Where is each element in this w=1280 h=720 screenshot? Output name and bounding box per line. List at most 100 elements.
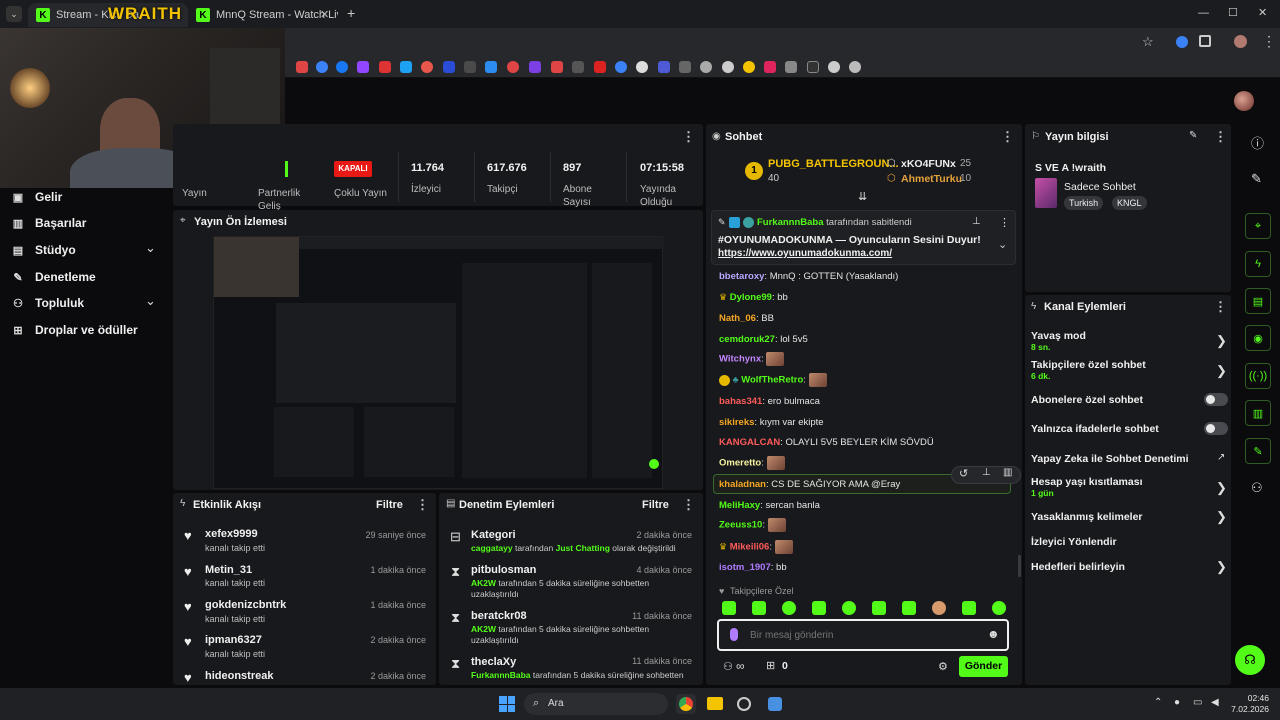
extension-icon[interactable] — [1176, 36, 1188, 48]
chat-username[interactable]: bbetaroxy — [719, 271, 764, 282]
pinned-by-user[interactable]: FurkannnBaba — [757, 217, 824, 228]
activity-user[interactable]: xefex9999 — [205, 528, 258, 540]
sidebar-item-moderation[interactable]: ✎ Denetleme — [12, 270, 95, 284]
support-headset-icon[interactable]: ☊ — [1235, 645, 1265, 675]
chat-username[interactable]: WolfTheRetro — [741, 375, 803, 386]
emote-icon[interactable] — [842, 601, 856, 615]
pinned-link[interactable]: https://www.oyunumadokunma.com/ — [718, 248, 892, 259]
clock-date[interactable]: 7.02.2026 — [1222, 704, 1269, 714]
rail-button-info[interactable]: ▥ — [1245, 400, 1271, 426]
bookmark-icon[interactable] — [615, 61, 627, 73]
emote-icon[interactable] — [872, 601, 886, 615]
stream-preview-video[interactable] — [213, 236, 664, 489]
bookmark-icon[interactable] — [764, 61, 776, 73]
ai-moderation-setting[interactable]: Yapay Zeka ile Sohbet Denetimi — [1031, 453, 1189, 465]
chat-username[interactable]: Zeeuss10 — [719, 520, 762, 531]
bookmark-icon[interactable] — [828, 61, 840, 73]
mod-entry-title[interactable]: theclaXy — [471, 656, 516, 668]
mod-entry-user[interactable]: AK2W — [471, 578, 496, 588]
send-button[interactable]: Gönder — [959, 656, 1008, 677]
bookmark-icon[interactable] — [529, 61, 541, 73]
file-explorer-icon[interactable] — [707, 697, 723, 710]
edit-icon[interactable]: ✎ — [1189, 130, 1197, 141]
mod-entry-user[interactable]: caggatayy — [471, 543, 513, 553]
taskbar-search[interactable] — [524, 693, 668, 715]
microphone-tray-icon[interactable]: ● — [1174, 697, 1180, 708]
rail-button-activity[interactable]: ϟ — [1245, 251, 1271, 277]
activity-filter-button[interactable]: Filtre — [376, 499, 403, 511]
bookmark-icon[interactable] — [357, 61, 369, 73]
emote-icon[interactable] — [962, 601, 976, 615]
delete-icon[interactable]: ▥ — [1003, 467, 1012, 478]
stream-category[interactable]: Sadece Sohbet — [1064, 181, 1136, 193]
user-avatar[interactable] — [1234, 91, 1254, 111]
set-goals-setting[interactable]: Hedefleri belirleyin — [1031, 561, 1125, 573]
chat-username[interactable]: Nath_06 — [719, 313, 756, 324]
emote-icon[interactable] — [722, 601, 736, 615]
chat-username[interactable]: Omeretto — [719, 458, 761, 469]
rail-button-chat[interactable]: ◉ — [1245, 325, 1271, 351]
bookmark-icon[interactable] — [594, 61, 606, 73]
chat-username[interactable]: bahas341 — [719, 396, 762, 407]
info-circle-icon[interactable]: ⓘ — [1251, 133, 1264, 152]
stream-info-menu-icon[interactable]: ⋮ — [1214, 129, 1227, 145]
emote-icon[interactable] — [782, 601, 796, 615]
chat-username[interactable]: Dylone99 — [730, 292, 772, 303]
bookmark-icon[interactable] — [658, 61, 670, 73]
bookmark-icon[interactable] — [296, 61, 308, 73]
top-gifter-first[interactable]: PUBG_BATTLEGROUN... — [768, 158, 899, 170]
users-icon[interactable]: ⚇ — [1251, 480, 1263, 496]
bookmark-icon[interactable] — [485, 61, 497, 73]
volume-icon[interactable]: ◀ — [1211, 697, 1219, 708]
chat-username[interactable]: cemdoruk27 — [719, 334, 775, 345]
bookmark-icon[interactable] — [336, 61, 348, 73]
expand-chevron-icon[interactable]: ⇊ — [858, 190, 867, 203]
rail-button-preview[interactable]: ⌖ — [1245, 213, 1271, 239]
moderation-filter-button[interactable]: Filtre — [642, 499, 669, 511]
bookmark-icon[interactable] — [316, 61, 328, 73]
windows-start-icon[interactable] — [499, 696, 515, 712]
gear-icon[interactable]: ⚙ — [938, 660, 948, 673]
chat-scrollbar[interactable] — [1018, 555, 1021, 577]
emote-icon[interactable] — [812, 601, 826, 615]
pinned-menu-icon[interactable]: ⋮ — [999, 216, 1010, 229]
microphone-icon[interactable] — [730, 628, 738, 641]
bookmark-icon[interactable] — [807, 61, 819, 73]
bookmark-icon[interactable] — [507, 61, 519, 73]
bookmark-icon[interactable] — [743, 61, 755, 73]
maximize-button[interactable]: ☐ — [1228, 6, 1238, 19]
bookmark-icon[interactable] — [785, 61, 797, 73]
moderation-menu-icon[interactable]: ⋮ — [682, 497, 695, 513]
mod-entry-title[interactable]: pitbulosman — [471, 564, 536, 576]
clock-time[interactable]: 02:46 — [1236, 693, 1269, 703]
activity-user[interactable]: hideonstreak — [205, 670, 273, 682]
chevron-right-icon[interactable]: ❯ — [1216, 559, 1227, 575]
mod-entry-title[interactable]: beratckr08 — [471, 610, 527, 622]
category-thumbnail[interactable] — [1035, 178, 1057, 208]
chevron-down-icon[interactable]: ⌄ — [145, 293, 156, 309]
chat-username[interactable]: isotm_1907 — [719, 562, 771, 573]
pencil-icon[interactable]: ✎ — [1251, 171, 1262, 187]
tab-search-icon[interactable]: ⌄ — [6, 6, 22, 22]
close-window-button[interactable]: ✕ — [1258, 6, 1267, 19]
bookmark-icon[interactable] — [379, 61, 391, 73]
sidebar-item-community[interactable]: ⚇ Topluluk — [12, 296, 84, 310]
emote-icon[interactable] — [752, 601, 766, 615]
browser-menu-icon[interactable]: ⋮ — [1262, 33, 1276, 50]
channel-actions-menu-icon[interactable]: ⋮ — [1214, 299, 1227, 315]
chat-username[interactable]: khaladnan — [719, 479, 766, 490]
chevron-down-icon[interactable]: ⌄ — [145, 240, 156, 256]
reply-icon[interactable]: ↺ — [959, 467, 968, 480]
sidebar-item-drops[interactable]: ⊞ Droplar ve ödüller — [12, 323, 137, 337]
bookmark-icon[interactable] — [464, 61, 476, 73]
chat-menu-icon[interactable]: ⋮ — [1001, 129, 1014, 145]
chrome-icon[interactable] — [679, 697, 693, 711]
rail-button-broadcast[interactable]: ((·)) — [1245, 363, 1271, 389]
bookmark-icon[interactable] — [722, 61, 734, 73]
slow-mode-setting[interactable]: Yavaş mod — [1031, 330, 1086, 342]
chat-username[interactable]: KANGALCAN — [719, 437, 780, 448]
sidebar-item-studio[interactable]: ▤ Stüdyo — [12, 243, 76, 257]
external-link-icon[interactable]: ↗ — [1217, 452, 1225, 463]
network-icon[interactable]: ▭ — [1193, 697, 1202, 708]
top-gifter-second[interactable]: xKO4FUNx — [901, 158, 956, 170]
